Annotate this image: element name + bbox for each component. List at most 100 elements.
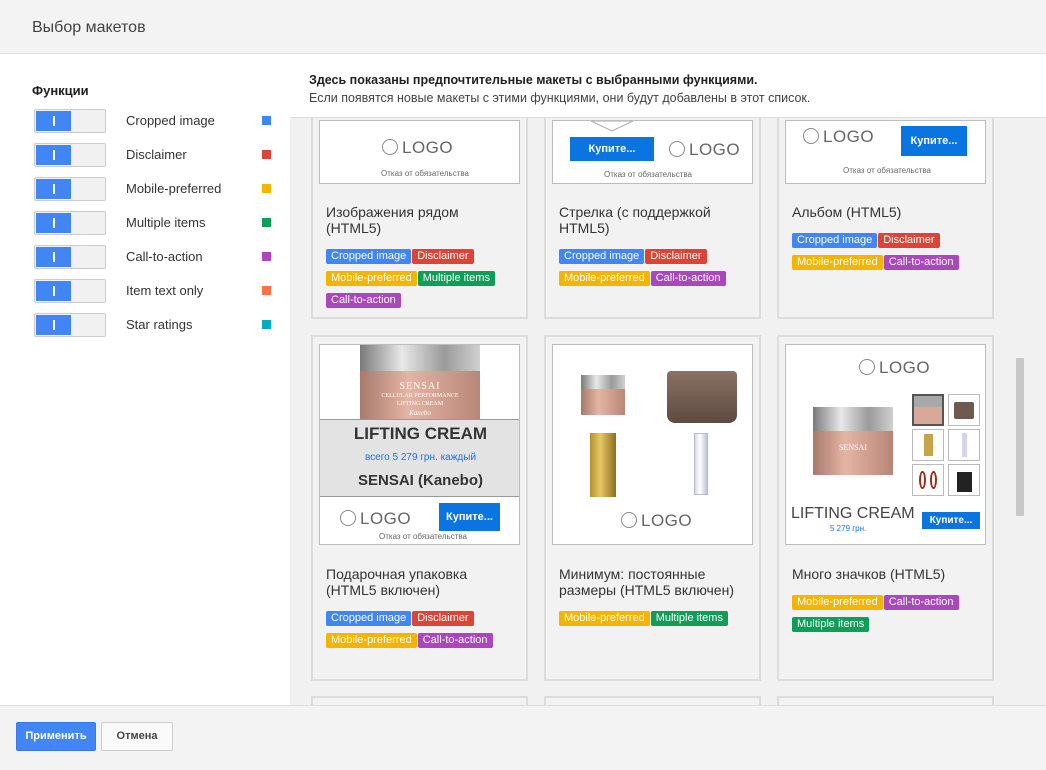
feature-color-swatch [262, 252, 271, 261]
thumbnail-earrings [912, 464, 944, 496]
layout-name: Альбом (HTML5) [792, 204, 902, 220]
tag-disclaimer: Disclaimer [412, 611, 474, 626]
feature-row-star-ratings: Star ratings [34, 313, 274, 337]
feature-label: Cropped image [126, 113, 215, 128]
feature-tags: Cropped image Disclaimer Mobile-preferred M… [326, 246, 526, 312]
features-heading: Функции [32, 83, 89, 98]
logo-placeholder: LOGO [803, 127, 874, 147]
product-price: всего 5 279 грн. каждый [364, 452, 477, 463]
product-title: LIFTING CREAM [791, 505, 915, 522]
layout-name: Подарочная упаковка (HTML5 включен) [326, 566, 468, 598]
perfume-bottle-image [590, 433, 616, 497]
buy-button-preview: Купите... [901, 126, 967, 156]
logo-placeholder: LOGO [621, 511, 692, 531]
dialog-footer: Применить Отмена [0, 705, 1046, 770]
layout-card[interactable] [777, 696, 994, 705]
feature-label: Item text only [126, 283, 204, 298]
tag-multiple-items: Multiple items [417, 271, 495, 286]
feature-label: Star ratings [126, 317, 193, 332]
tag-cropped-image: Cropped image [326, 249, 412, 264]
thumbnail-serum [948, 429, 980, 461]
tag-call-to-action: Call-to-action [326, 293, 401, 308]
dialog-title: Выбор макетов [32, 19, 146, 36]
template-gallery[interactable]: Здесь показаны предпочтительные макеты с… [290, 54, 1046, 705]
product-jar-image: SENSAI [813, 407, 893, 475]
jar-product-text: LIFTING CREAM [396, 401, 444, 407]
layout-preview: LOGO SENSAI LIFTING CREAM 5 279 грн. Куп… [785, 344, 986, 545]
feature-toggle[interactable] [34, 313, 106, 337]
tag-disclaimer: Disclaimer [878, 233, 940, 248]
feature-color-swatch [262, 320, 271, 329]
handbag-image [667, 371, 737, 423]
feature-toggle[interactable] [34, 245, 106, 269]
layout-card-album[interactable]: LOGO Купите... Отказ от обязательства Ал… [777, 94, 994, 319]
tag-call-to-action: Call-to-action [650, 271, 726, 286]
layout-card-minimal[interactable]: LOGO Минимум: постоянные размеры (HTML5 … [544, 335, 761, 681]
vertical-scrollbar[interactable] [1016, 358, 1024, 516]
feature-row-cropped-image: Cropped image [34, 109, 274, 133]
layout-card[interactable] [311, 696, 528, 705]
feature-color-swatch [262, 184, 271, 193]
layout-card-many-icons[interactable]: LOGO SENSAI LIFTING CREAM 5 279 грн. Куп… [777, 335, 994, 681]
feature-label: Multiple items [126, 215, 206, 230]
jar-brand-text: SENSAI [399, 381, 441, 392]
thumbnail-perfume [912, 429, 944, 461]
tag-disclaimer: Disclaimer [412, 249, 474, 264]
layout-preview: LOGO [552, 344, 753, 545]
feature-row-disclaimer: Disclaimer [34, 143, 274, 167]
feature-toggle[interactable] [34, 211, 106, 235]
product-jar-image: SENSAI CELLULAR PERFORMANCE LIFTING CREA… [360, 345, 480, 419]
layout-card-gift-wrap[interactable]: SENSAI CELLULAR PERFORMANCE LIFTING CREA… [311, 335, 528, 681]
cancel-button[interactable]: Отмена [101, 722, 173, 751]
dialog-header: Выбор макетов [0, 0, 1046, 54]
tag-cropped-image: Cropped image [326, 611, 412, 626]
layout-card-side-by-side[interactable]: LOGO Отказ от обязательства Изображения … [311, 94, 528, 319]
disclaimer-text: Отказ от обязательства [604, 170, 692, 179]
buy-button-preview: Купите... [439, 503, 500, 531]
tag-mobile-preferred: Mobile-preferred [326, 271, 417, 286]
apply-button[interactable]: Применить [16, 722, 96, 751]
tag-call-to-action: Call-to-action [417, 633, 493, 648]
feature-tags: Cropped image Disclaimer Mobile-preferred C… [559, 246, 759, 290]
tag-cropped-image: Cropped image [792, 233, 878, 248]
gift-label-panel: LIFTING CREAM всего 5 279 грн. каждый SE… [320, 419, 519, 497]
tag-call-to-action: Call-to-action [883, 255, 959, 270]
tag-cropped-image: Cropped image [559, 249, 645, 264]
buy-button-preview: Купите... [922, 512, 980, 529]
feature-tags: Cropped image Disclaimer Mobile-preferred C… [792, 230, 992, 274]
feature-row-call-to-action: Call-to-action [34, 245, 274, 269]
thumbnail-bag [948, 394, 980, 426]
feature-toggle[interactable] [34, 177, 106, 201]
feature-row-item-text-only: Item text only [34, 279, 274, 303]
logo-placeholder: LOGO [669, 140, 740, 160]
buy-button-preview: Купите... [570, 137, 654, 161]
layout-card[interactable] [544, 696, 761, 705]
jar-maker-text: Kanebo [409, 409, 431, 417]
disclaimer-text: Отказ от обязательства [843, 166, 931, 175]
jar-brand-text: SENSAI [838, 443, 867, 452]
tag-mobile-preferred: Mobile-preferred [792, 255, 883, 270]
tag-disclaimer: Disclaimer [645, 249, 707, 264]
thumbnail-fragrance [948, 464, 980, 496]
layout-name: Изображения рядом (HTML5) [326, 204, 459, 236]
layout-preview: SENSAI CELLULAR PERFORMANCE LIFTING CREA… [319, 344, 520, 545]
feature-color-swatch [262, 116, 271, 125]
tag-multiple-items: Multiple items [792, 617, 870, 632]
info-banner: Здесь показаны предпочтительные макеты с… [290, 54, 1046, 118]
arrow-shape-icon [590, 121, 634, 132]
feature-toggle[interactable] [34, 143, 106, 167]
feature-color-swatch [262, 218, 271, 227]
layout-name: Много значков (HTML5) [792, 566, 946, 582]
info-banner-title: Здесь показаны предпочтительные макеты с… [309, 73, 758, 87]
disclaimer-text: Отказ от обязательства [381, 169, 469, 178]
feature-row-mobile-preferred: Mobile-preferred [34, 177, 274, 201]
tag-multiple-items: Multiple items [650, 611, 728, 626]
product-price: 5 279 грн. [830, 524, 867, 533]
feature-tags: Mobile-preferred Call-to-action Multiple i… [792, 592, 992, 636]
feature-toggle[interactable] [34, 109, 106, 133]
logo-placeholder: LOGO [340, 509, 411, 529]
layout-card-arrow[interactable]: Купите... LOGO Отказ от обязательства Ст… [544, 94, 761, 319]
feature-tags: Cropped image Disclaimer Mobile-preferred C… [326, 608, 526, 652]
feature-toggle[interactable] [34, 279, 106, 303]
tag-mobile-preferred: Mobile-preferred [326, 633, 417, 648]
